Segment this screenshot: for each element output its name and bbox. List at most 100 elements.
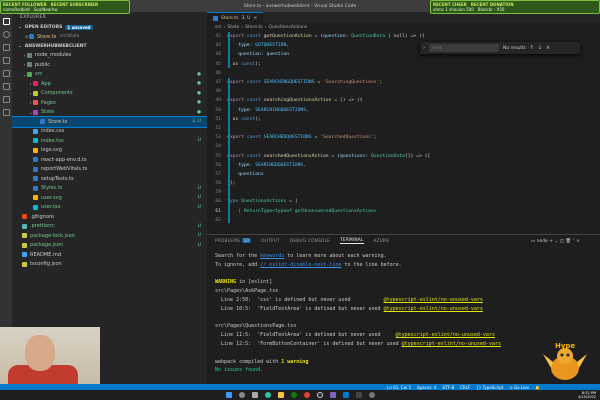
tree-file-index-css[interactable]: index.css	[12, 127, 207, 137]
tree-label: setupTests.ts	[41, 175, 74, 182]
line-ending[interactable]: CRLF	[460, 385, 470, 390]
tree-label: package.json	[30, 242, 63, 249]
chevron-right-icon[interactable]: ›	[423, 45, 425, 51]
project-section[interactable]: ⌄ ANSWERHUBWEBCLIENT	[12, 42, 207, 51]
tree-folder-app[interactable]: › App ●	[12, 79, 207, 89]
vscode-icon[interactable]	[342, 392, 349, 398]
code-line: 56 type: SEARCHEDQUESTIONS,	[215, 162, 307, 168]
remote-explorer-icon[interactable]	[2, 83, 10, 90]
close-icon[interactable]: ×	[253, 16, 257, 21]
tree-folder-state[interactable]: ⌄ State ●	[12, 108, 207, 118]
tree-file-user-svg[interactable]: user.svg U	[12, 193, 207, 203]
unsaved-badge: 1 unsaved	[65, 25, 93, 30]
search-icon[interactable]	[238, 392, 245, 398]
breadcrumb-item[interactable]: QuestionsActions	[268, 25, 307, 30]
tree-folder-components[interactable]: › Components ●	[12, 89, 207, 99]
tab-output[interactable]: OUTPUT	[261, 239, 280, 244]
close-icon[interactable]: ×	[576, 239, 580, 244]
run-debug-icon[interactable]	[2, 57, 10, 64]
encoding[interactable]: UTF-8	[442, 385, 454, 390]
azure-icon[interactable]	[2, 96, 10, 103]
tree-file-tsconfig[interactable]: tsconfig.json	[12, 260, 207, 270]
tree-folder-src[interactable]: ⌄ src ●	[12, 70, 207, 80]
tree-folder-pages[interactable]: › Pages ●	[12, 98, 207, 108]
terminal-app-icon[interactable]	[355, 392, 362, 398]
tree-file-index-tsx[interactable]: index.tsx U	[12, 136, 207, 146]
breadcrumb-item[interactable]: State	[227, 25, 239, 30]
folder-icon	[27, 52, 32, 58]
git-status: U	[197, 138, 201, 144]
code-area[interactable]: 42 export const gotQuestionAction = (ques…	[207, 32, 600, 234]
file-explorer-icon[interactable]	[277, 392, 284, 398]
tab-terminal[interactable]: TERMINAL	[340, 238, 364, 244]
tree-folder-public[interactable]: › public	[12, 60, 207, 70]
tree-file-gitignore[interactable]: .gitignore	[12, 212, 207, 222]
code-line: 54	[215, 144, 221, 150]
indentation[interactable]: Spaces: 4	[417, 385, 436, 390]
breadcrumb-item[interactable]: Store.ts	[245, 25, 262, 30]
tree-label: src	[35, 71, 43, 78]
tree-file-logo-svg[interactable]: logo.svg	[12, 146, 207, 156]
testing-icon[interactable]	[2, 109, 10, 116]
close-icon[interactable]: ×	[546, 45, 550, 51]
tree-file-readme[interactable]: README.md	[12, 250, 207, 260]
tree-label: react-app-env.d.ts	[41, 156, 87, 163]
chevron-down-icon: ⌄	[18, 43, 22, 49]
source-control-icon[interactable]	[2, 44, 10, 51]
trash-icon[interactable]: 🗑	[565, 239, 571, 244]
tree-file-user-tsx[interactable]: user.tsx U	[12, 203, 207, 213]
tree-folder-node-modules[interactable]: › node_modules	[12, 51, 207, 61]
window-title: Store.ts - answerhubweblient - Visual St…	[243, 3, 357, 9]
windows-start-icon[interactable]	[225, 392, 232, 398]
tree-file-package-json[interactable]: package.json U	[12, 241, 207, 251]
terminal-selector[interactable]: ▭ node + ⌄ ◫ 🗑 ˄ ×	[531, 239, 580, 244]
settings-icon[interactable]	[368, 392, 375, 398]
clock-date: 4/15/2022	[578, 395, 596, 399]
xbox-icon[interactable]	[290, 392, 297, 398]
arrow-down-icon[interactable]: ↓	[538, 45, 542, 51]
task-view-icon[interactable]	[251, 392, 258, 398]
cursor-position[interactable]: Ln 61, Col 5	[387, 385, 411, 390]
system-clock[interactable]: 8:52 PM 4/15/2022	[578, 391, 596, 399]
find-input[interactable]	[429, 44, 499, 52]
tree-file-package-lock[interactable]: package-lock.json U	[12, 231, 207, 241]
obs-icon[interactable]	[316, 392, 323, 398]
chrome-icon[interactable]	[303, 392, 310, 398]
code-line: 51} as const);	[215, 116, 261, 122]
extensions-icon[interactable]	[2, 70, 10, 77]
go-live-button[interactable]: ⊙ Go Live	[509, 385, 529, 390]
arrow-up-icon[interactable]: ↑	[530, 45, 534, 51]
git-status: U	[197, 223, 201, 229]
tree-label: .prettierrc	[30, 223, 55, 230]
bell-icon[interactable]: 🔔	[535, 385, 540, 390]
tree-label: Styles.ts	[41, 185, 63, 192]
tab-problems[interactable]: PROBLEMS 10	[215, 238, 252, 244]
tree-label: Pages	[41, 99, 56, 106]
tab-store-ts[interactable]: Store.ts 3, U ×	[207, 12, 264, 23]
language-mode[interactable]: {} TypeScript	[476, 385, 503, 390]
files-icon[interactable]	[2, 18, 10, 25]
breadcrumb-item[interactable]: src	[215, 25, 222, 30]
visual-studio-icon[interactable]	[329, 392, 336, 398]
tab-debug-console[interactable]: DEBUG CONSOLE	[290, 239, 330, 244]
edge-icon[interactable]	[264, 392, 271, 398]
tab-azure[interactable]: AZURE	[374, 239, 390, 244]
tree-file-prettierrc[interactable]: .prettierrc U	[12, 222, 207, 232]
tree-file-setup-tests[interactable]: setupTests.ts	[12, 174, 207, 184]
info-file-icon	[22, 252, 27, 258]
react-file-icon	[33, 138, 38, 144]
tree-file-react-app-env[interactable]: react-app-env.d.ts	[12, 155, 207, 165]
search-icon[interactable]	[2, 31, 10, 38]
folder-icon	[33, 100, 38, 106]
tree-file-styles-ts[interactable]: Styles.ts U	[12, 184, 207, 194]
tree-file-report-web-vitals[interactable]: reportWebVitals.ts	[12, 165, 207, 175]
chevron-down-icon[interactable]: ⌄	[554, 239, 558, 244]
tree-label: Store.ts	[48, 118, 68, 125]
typescript-file-icon	[33, 176, 38, 182]
open-editor-store-ts[interactable]: × Store.ts src\State	[12, 32, 207, 42]
open-editors-section[interactable]: ⌄ OPEN EDITORS 1 unsaved	[12, 23, 207, 32]
svg-file-icon	[33, 195, 38, 201]
tree-file-store-ts[interactable]: Store.ts 3, U	[12, 116, 207, 128]
folder-icon	[27, 71, 32, 77]
project-label: ANSWERHUBWEBCLIENT	[24, 43, 87, 49]
